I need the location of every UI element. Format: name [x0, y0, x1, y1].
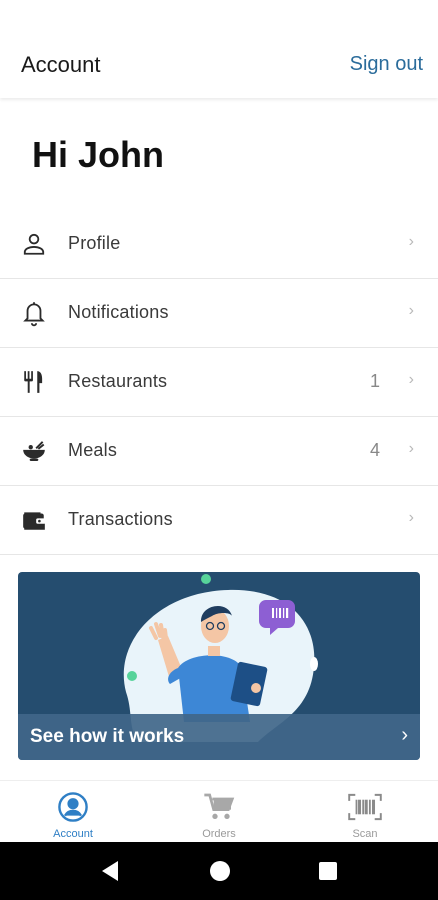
- chevron-right-icon: ›: [408, 509, 414, 526]
- menu-item-label: Transactions: [68, 509, 173, 529]
- wallet-icon: [20, 506, 48, 534]
- system-navigation-bar: [0, 842, 438, 900]
- barcode-scan-icon: [348, 791, 382, 823]
- bell-icon: [20, 299, 48, 327]
- menu-item-notifications[interactable]: Notifications ›: [0, 279, 438, 348]
- chevron-right-icon: ›: [408, 371, 414, 388]
- chevron-right-icon: ›: [401, 724, 408, 746]
- how-it-works-card[interactable]: See how it works ›: [18, 572, 420, 760]
- menu-item-count: 1: [369, 371, 380, 391]
- recents-square-icon[interactable]: [318, 861, 338, 886]
- nav-tab-scan[interactable]: Scan: [292, 781, 438, 843]
- nav-tab-orders[interactable]: Orders: [146, 781, 292, 843]
- nav-tab-account[interactable]: Account: [0, 781, 146, 843]
- promo-label: See how it works: [30, 726, 185, 747]
- menu-item-profile[interactable]: Profile ›: [0, 210, 438, 279]
- menu-item-label: Notifications: [68, 302, 169, 322]
- menu-item-count: 4: [369, 440, 380, 460]
- menu-item-label: Meals: [68, 440, 118, 460]
- bowl-icon: [20, 437, 48, 465]
- account-circle-icon: [56, 791, 90, 823]
- menu-item-transactions[interactable]: Transactions ›: [0, 486, 438, 555]
- menu-item-label: Restaurants: [68, 371, 168, 391]
- menu-item-meals[interactable]: Meals 4 ›: [0, 417, 438, 486]
- bottom-navigation: Account Orders Scan: [0, 780, 438, 842]
- home-circle-icon[interactable]: [209, 860, 231, 887]
- menu-item-restaurants[interactable]: Restaurants 1 ›: [0, 348, 438, 417]
- cart-icon: [202, 791, 236, 823]
- nav-label: Scan: [352, 828, 378, 840]
- chevron-right-icon: ›: [408, 233, 414, 250]
- fork-knife-icon: [20, 368, 48, 396]
- page-title: Account: [21, 52, 101, 77]
- app-header: Account Sign out: [0, 0, 438, 98]
- back-triangle-icon[interactable]: [100, 860, 120, 887]
- nav-label: Account: [53, 828, 93, 840]
- promo-bar: See how it works ›: [18, 714, 420, 760]
- greeting-heading: Hi John: [32, 134, 164, 175]
- person-icon: [20, 230, 48, 258]
- sign-out-button[interactable]: Sign out: [350, 53, 423, 76]
- chevron-right-icon: ›: [408, 302, 414, 319]
- chevron-right-icon: ›: [408, 440, 414, 457]
- account-menu: Profile › Notifications › Restaurants 1 …: [0, 210, 438, 555]
- account-screen: Account Sign out Hi John Profile › Notif…: [0, 0, 438, 900]
- menu-item-label: Profile: [68, 233, 121, 253]
- nav-label: Orders: [202, 828, 236, 840]
